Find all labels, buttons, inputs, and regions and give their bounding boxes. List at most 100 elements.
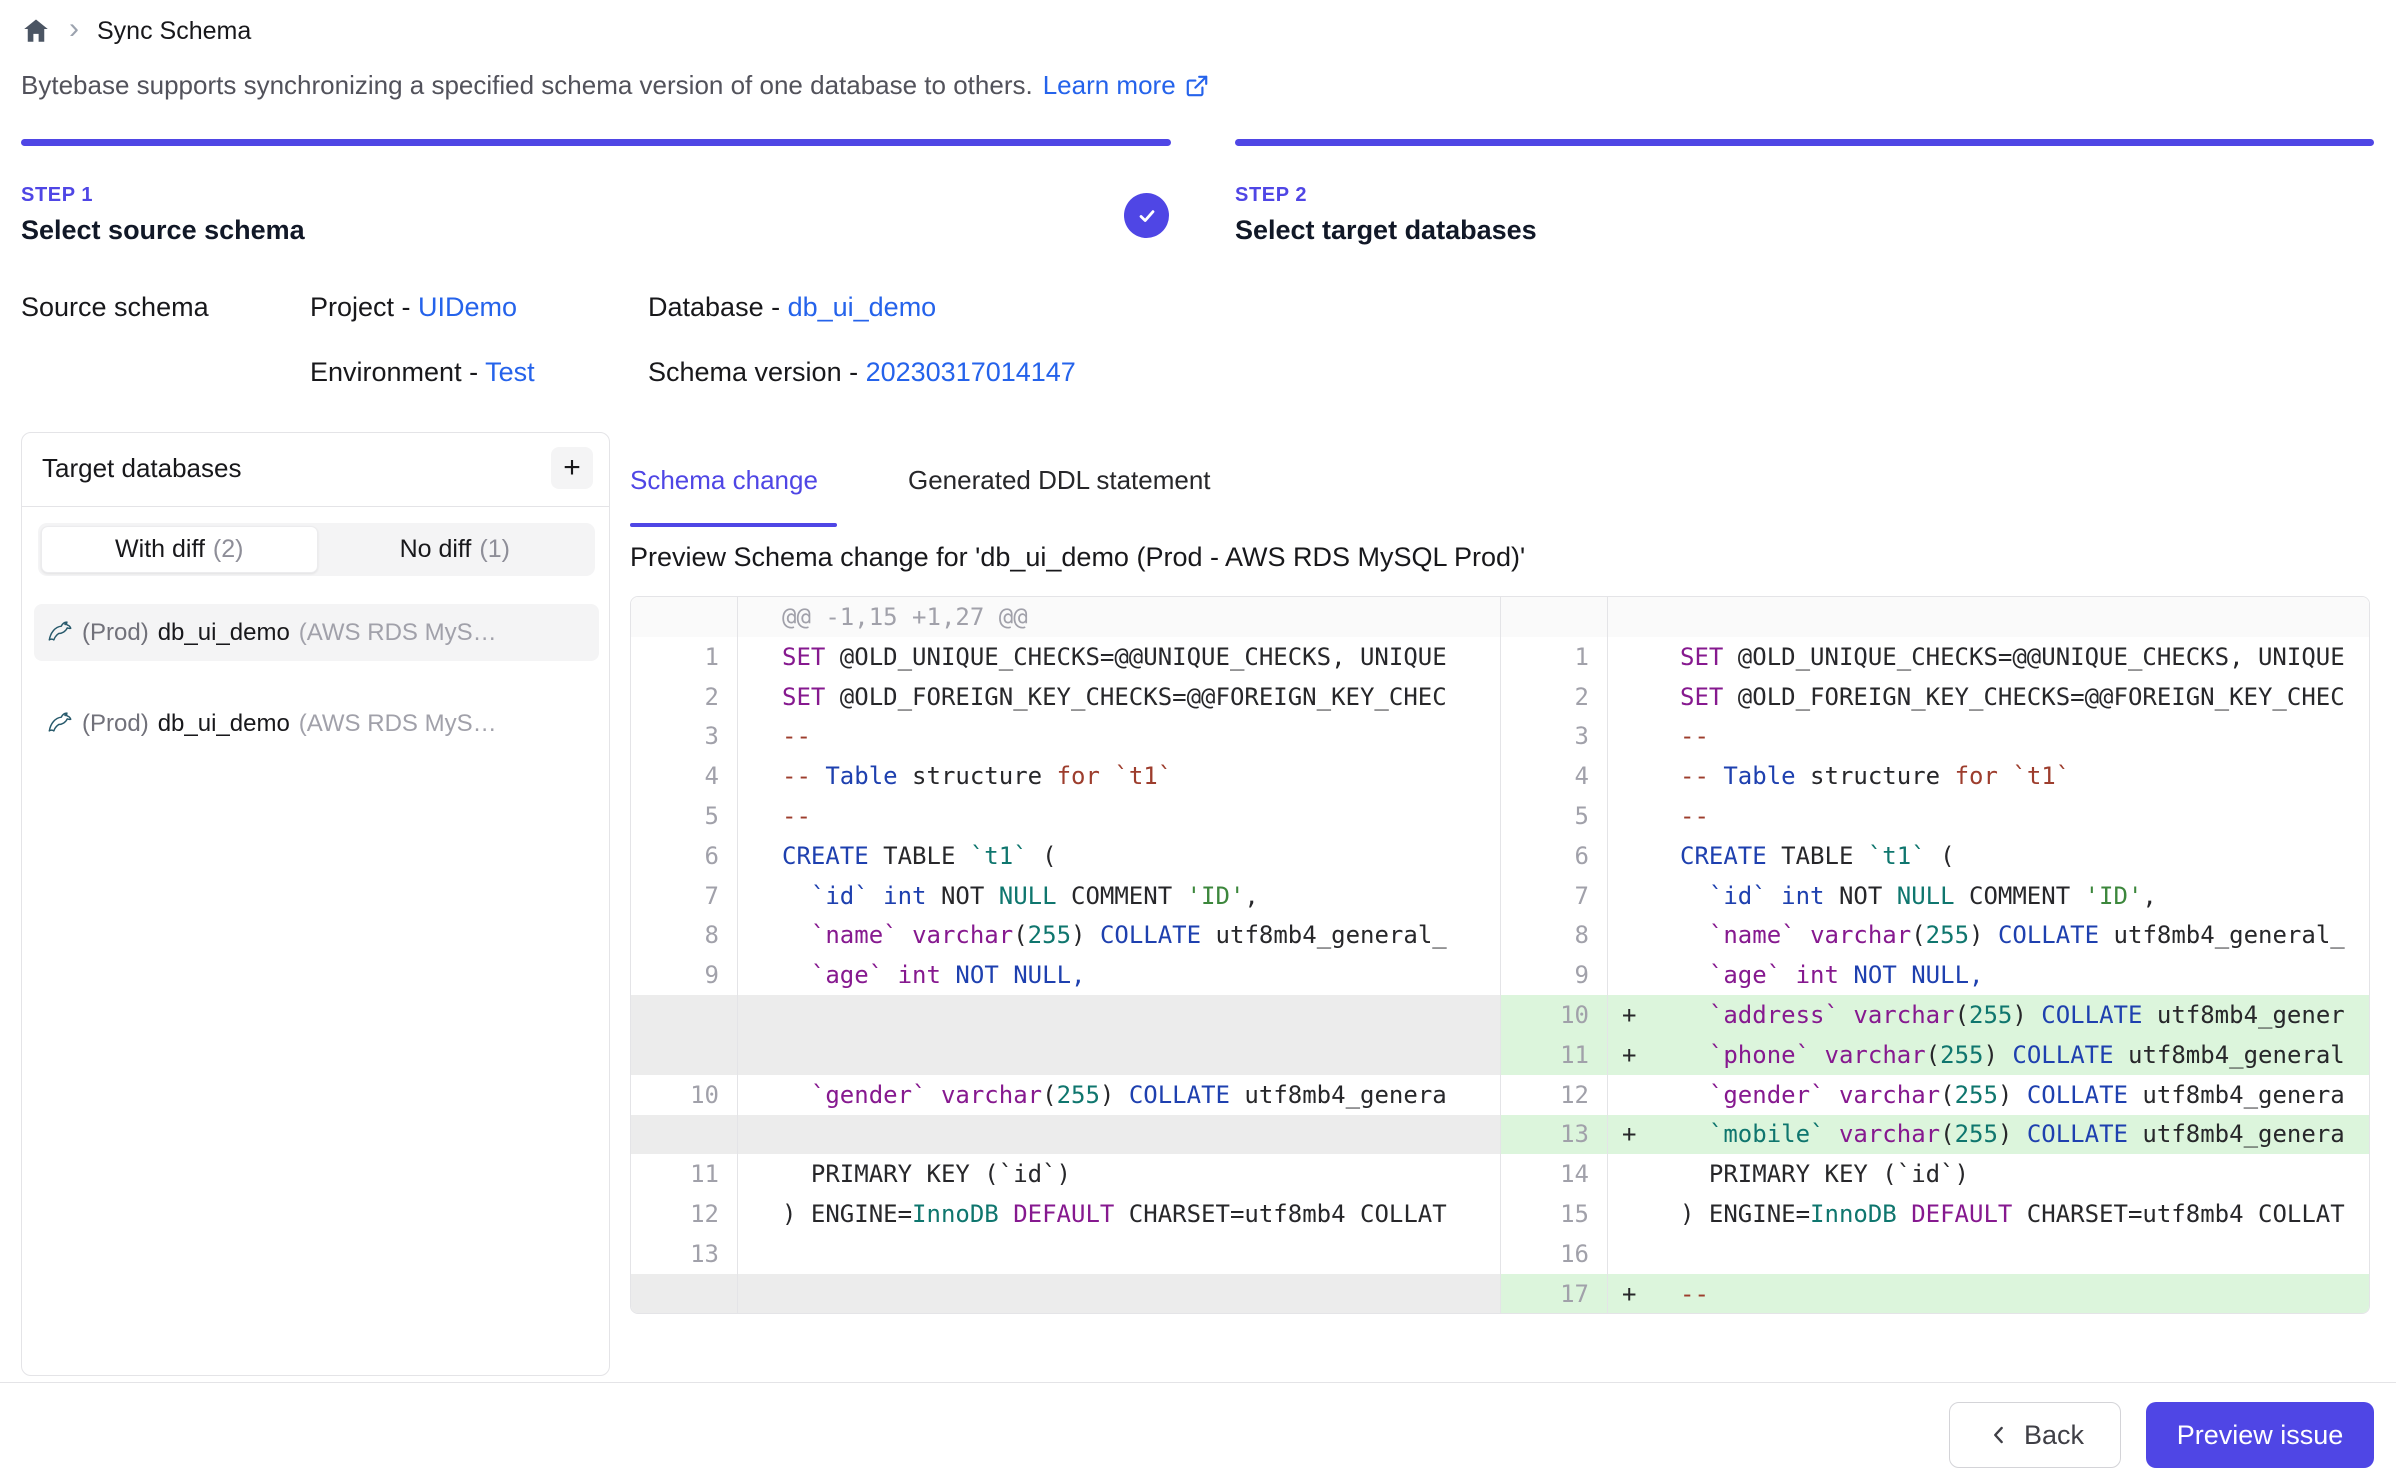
- diff-line-number: 12: [631, 1194, 738, 1234]
- diff-line-number: 2: [1501, 677, 1608, 717]
- diff-line-number: 13: [631, 1234, 738, 1274]
- diff-row: 13: [631, 1234, 1500, 1274]
- diff-code-line: PRIMARY KEY (`id`): [738, 1160, 1500, 1188]
- diff-code-line: SET @OLD_FOREIGN_KEY_CHECKS=@@FOREIGN_KE…: [738, 683, 1500, 711]
- diff-filler-row: [631, 1274, 1500, 1313]
- diff-line-number: 17: [1501, 1274, 1608, 1313]
- diff-filter-segmented-control: With diff(2) No diff(1): [38, 523, 595, 576]
- home-icon[interactable]: [21, 16, 51, 46]
- schema-version-link[interactable]: 20230317014147: [866, 357, 1076, 387]
- diff-row: 6CREATE TABLE `t1` (: [631, 836, 1500, 876]
- diff-code-line: --: [1658, 722, 2369, 750]
- diff-code-line: `id` int NOT NULL COMMENT 'ID',: [738, 882, 1500, 910]
- tab-schema-change[interactable]: Schema change: [630, 465, 818, 496]
- step2-header: STEP 2 Select target databases: [1235, 184, 1537, 246]
- preview-issue-button[interactable]: Preview issue: [2146, 1402, 2374, 1468]
- diff-line-number: 5: [631, 796, 738, 836]
- diff-filler-row: [631, 1035, 1500, 1075]
- step-complete-check-icon: [1124, 193, 1169, 238]
- target-databases-title: Target databases: [42, 453, 241, 484]
- diff-pane-source[interactable]: @@ -1,15 +1,27 @@ 1SET @OLD_UNIQUE_CHECK…: [631, 597, 1500, 1313]
- environment-link[interactable]: Test: [485, 357, 535, 387]
- diff-row: 12 `gender` varchar(255) COLLATE utf8mb4…: [1501, 1075, 2369, 1115]
- diff-code-line: `age` int NOT NULL,: [738, 961, 1500, 989]
- diff-row: 4-- Table structure for `t1`: [631, 756, 1500, 796]
- target-databases-panel: Target databases + With diff(2) No diff(…: [21, 432, 610, 1376]
- diff-added-row: 10+ `address` varchar(255) COLLATE utf8m…: [1501, 995, 2369, 1035]
- diff-filler-row: [631, 995, 1500, 1035]
- diff-code-line: `id` int NOT NULL COMMENT 'ID',: [1658, 882, 2369, 910]
- diff-row: 3--: [1501, 717, 2369, 757]
- learn-more-link[interactable]: Learn more: [1043, 70, 1210, 101]
- project-link[interactable]: UIDemo: [418, 292, 517, 322]
- diff-code-line: `phone` varchar(255) COLLATE utf8mb4_gen…: [1658, 1041, 2369, 1069]
- tab-with-diff[interactable]: With diff(2): [41, 526, 318, 573]
- schema-diff-viewer: @@ -1,15 +1,27 @@ 1SET @OLD_UNIQUE_CHECK…: [630, 596, 2370, 1314]
- tab-generated-ddl[interactable]: Generated DDL statement: [908, 465, 1211, 496]
- diff-line-number: 12: [1501, 1075, 1608, 1115]
- chevron-right-icon: ›: [69, 14, 79, 44]
- diff-code-line: `name` varchar(255) COLLATE utf8mb4_gene…: [1658, 921, 2369, 949]
- diff-row: 8 `name` varchar(255) COLLATE utf8mb4_ge…: [1501, 916, 2369, 956]
- diff-hunk-header: @@ -1,15 +1,27 @@: [631, 597, 1500, 637]
- step1-label: STEP 1: [21, 184, 305, 207]
- breadcrumb: › Sync Schema: [21, 16, 251, 46]
- diff-line-number: [631, 1274, 738, 1313]
- diff-code-line: `age` int NOT NULL,: [1658, 961, 2369, 989]
- diff-line-number: 16: [1501, 1234, 1608, 1274]
- diff-line-number: 1: [631, 637, 738, 677]
- target-database-item[interactable]: (Prod) db_ui_demo (AWS RDS MyS…: [34, 695, 599, 752]
- diff-row: 9 `age` int NOT NULL,: [631, 955, 1500, 995]
- diff-change-marker: +: [1608, 1001, 1658, 1029]
- diff-line-number: 7: [1501, 876, 1608, 916]
- diff-code-line: ) ENGINE=InnoDB DEFAULT CHARSET=utf8mb4 …: [1658, 1200, 2369, 1228]
- diff-code-line: --: [738, 802, 1500, 830]
- diff-code-line: --: [1658, 802, 2369, 830]
- diff-row: 5--: [631, 796, 1500, 836]
- diff-pane-target[interactable]: 1SET @OLD_UNIQUE_CHECKS=@@UNIQUE_CHECKS,…: [1500, 597, 2369, 1313]
- diff-code-line: `gender` varchar(255) COLLATE utf8mb4_ge…: [1658, 1081, 2369, 1109]
- diff-line-number: 6: [631, 836, 738, 876]
- diff-row: 5--: [1501, 796, 2369, 836]
- schema-version-field: Schema version - 20230317014147: [648, 357, 1076, 388]
- diff-line-number: 9: [631, 955, 738, 995]
- diff-row: 2SET @OLD_FOREIGN_KEY_CHECKS=@@FOREIGN_K…: [631, 677, 1500, 717]
- diff-line-number: 9: [1501, 955, 1608, 995]
- diff-change-marker: +: [1608, 1120, 1658, 1148]
- database-link[interactable]: db_ui_demo: [788, 292, 937, 322]
- add-target-database-button[interactable]: +: [551, 447, 593, 489]
- step2-title: Select target databases: [1235, 215, 1537, 246]
- diff-line-number: 8: [631, 916, 738, 956]
- diff-code-line: `address` varchar(255) COLLATE utf8mb4_g…: [1658, 1001, 2369, 1029]
- db-environment: (Prod): [82, 710, 149, 738]
- diff-line-number: 13: [1501, 1115, 1608, 1155]
- diff-line-number: [631, 1035, 738, 1075]
- db-instance: (AWS RDS MyS…: [299, 710, 497, 738]
- tab-no-diff[interactable]: No diff(1): [318, 526, 593, 573]
- diff-row: 6CREATE TABLE `t1` (: [1501, 836, 2369, 876]
- diff-line-number: 7: [631, 876, 738, 916]
- diff-line-number: 8: [1501, 916, 1608, 956]
- diff-line-number: 15: [1501, 1194, 1608, 1234]
- active-tab-underline: [630, 523, 837, 527]
- diff-code-line: --: [1658, 1280, 2369, 1308]
- diff-line-number: 2: [631, 677, 738, 717]
- diff-row: 8 `name` varchar(255) COLLATE utf8mb4_ge…: [631, 916, 1500, 956]
- diff-change-marker: +: [1608, 1041, 1658, 1069]
- diff-code-line: -- Table structure for `t1`: [738, 762, 1500, 790]
- preview-schema-change-title: Preview Schema change for 'db_ui_demo (P…: [630, 542, 1525, 573]
- diff-code-line: SET @OLD_FOREIGN_KEY_CHECKS=@@FOREIGN_KE…: [1658, 683, 2369, 711]
- mysql-icon: [46, 710, 73, 737]
- diff-change-marker: +: [1608, 1280, 1658, 1308]
- diff-code-line: `mobile` varchar(255) COLLATE utf8mb4_ge…: [1658, 1120, 2369, 1148]
- diff-row: 11 PRIMARY KEY (`id`): [631, 1154, 1500, 1194]
- step1-header: STEP 1 Select source schema: [21, 184, 305, 246]
- diff-line-number: 14: [1501, 1154, 1608, 1194]
- diff-line-number: 6: [1501, 836, 1608, 876]
- step2-label: STEP 2: [1235, 184, 1537, 207]
- target-database-item[interactable]: (Prod) db_ui_demo (AWS RDS MyS…: [34, 604, 599, 661]
- back-button[interactable]: Back: [1949, 1402, 2121, 1468]
- diff-filler-row: [631, 1115, 1500, 1155]
- diff-code-line: ) ENGINE=InnoDB DEFAULT CHARSET=utf8mb4 …: [738, 1200, 1500, 1228]
- diff-code-line: SET @OLD_UNIQUE_CHECKS=@@UNIQUE_CHECKS, …: [1658, 643, 2369, 671]
